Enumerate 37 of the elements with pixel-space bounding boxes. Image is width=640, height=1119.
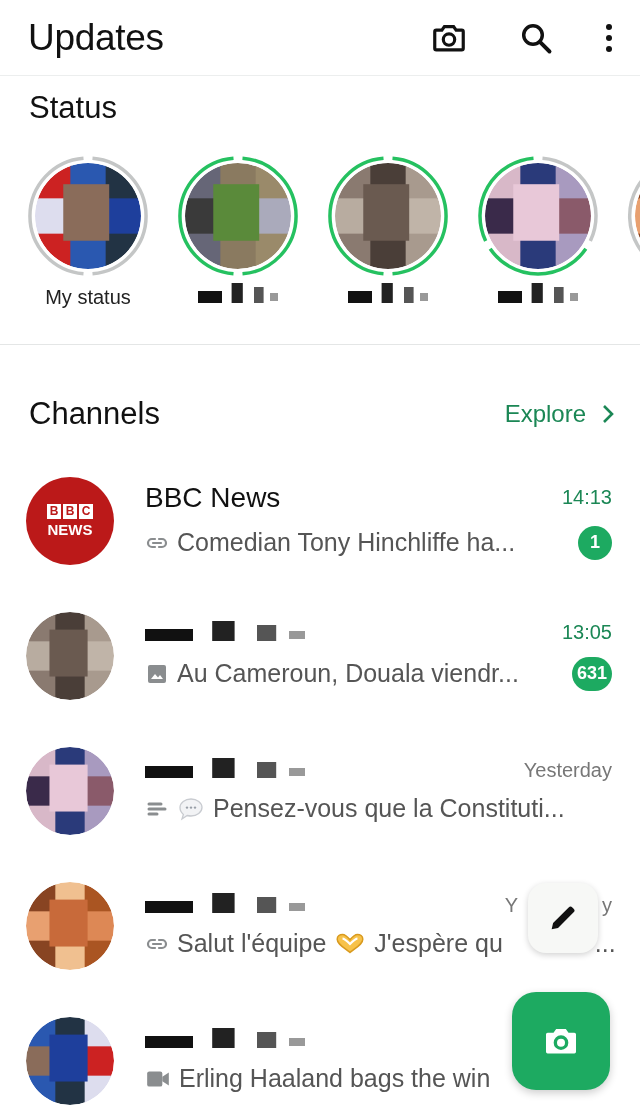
status-ring[interactable] [477,155,599,277]
unread-badge: 1 [578,525,612,560]
status-ring[interactable] [327,155,449,277]
timestamp: Yesterday [523,758,612,782]
logo-letter: B [47,503,61,519]
status-ring[interactable] [27,155,149,277]
channel-name: BBC News [145,481,282,514]
page-title: Updates [28,16,165,59]
channel-row[interactable]: Yesterday Pensez-vous que la Constituti... [0,723,640,858]
explore-link[interactable]: Explore [504,400,614,428]
channel-row[interactable]: Y y Salut l'équipe J'espère qu ... [0,858,640,993]
timestamp: 13:05 [561,621,612,644]
timestamp: y [602,893,612,917]
unread-badge: 631 [571,656,612,691]
new-text-status-button[interactable] [528,883,598,953]
channel-row[interactable]: 13:05 Au Cameroun, Douala viendr... 631 [0,588,640,723]
message-preview: J'espère qu [374,929,503,958]
status-label: My status [45,285,131,310]
channel-row[interactable]: B B C NEWS BBC News 14:13 Comedian Tony Hinchliffe ha... 1 [0,453,640,588]
timestamp: Y [504,893,518,917]
camera-button[interactable] [512,992,610,1090]
menu-icon[interactable] [604,21,614,54]
message-preview: Salut l'équipe [177,929,327,958]
timestamp: 14:13 [561,486,612,509]
channel-row[interactable]: Erling Haaland bags the win [0,993,640,1119]
message-preview: Erling Haaland bags the win [179,1064,491,1093]
message-preview: Comedian Tony Hinchliffe ha... [177,528,516,557]
section-title: Channels [29,396,161,432]
chevron-right-icon [602,404,614,424]
logo-letter: B [63,503,77,519]
message-preview: Au Cameroun, Douala viendr... [177,659,519,688]
section-title: Status [29,89,118,127]
status-ring[interactable] [177,155,299,277]
message-preview: ... [594,929,616,958]
logo-letter: C [79,503,93,519]
logo-word: NEWS [47,520,93,538]
message-preview: Pensez-vous que la Constituti... [213,794,565,823]
